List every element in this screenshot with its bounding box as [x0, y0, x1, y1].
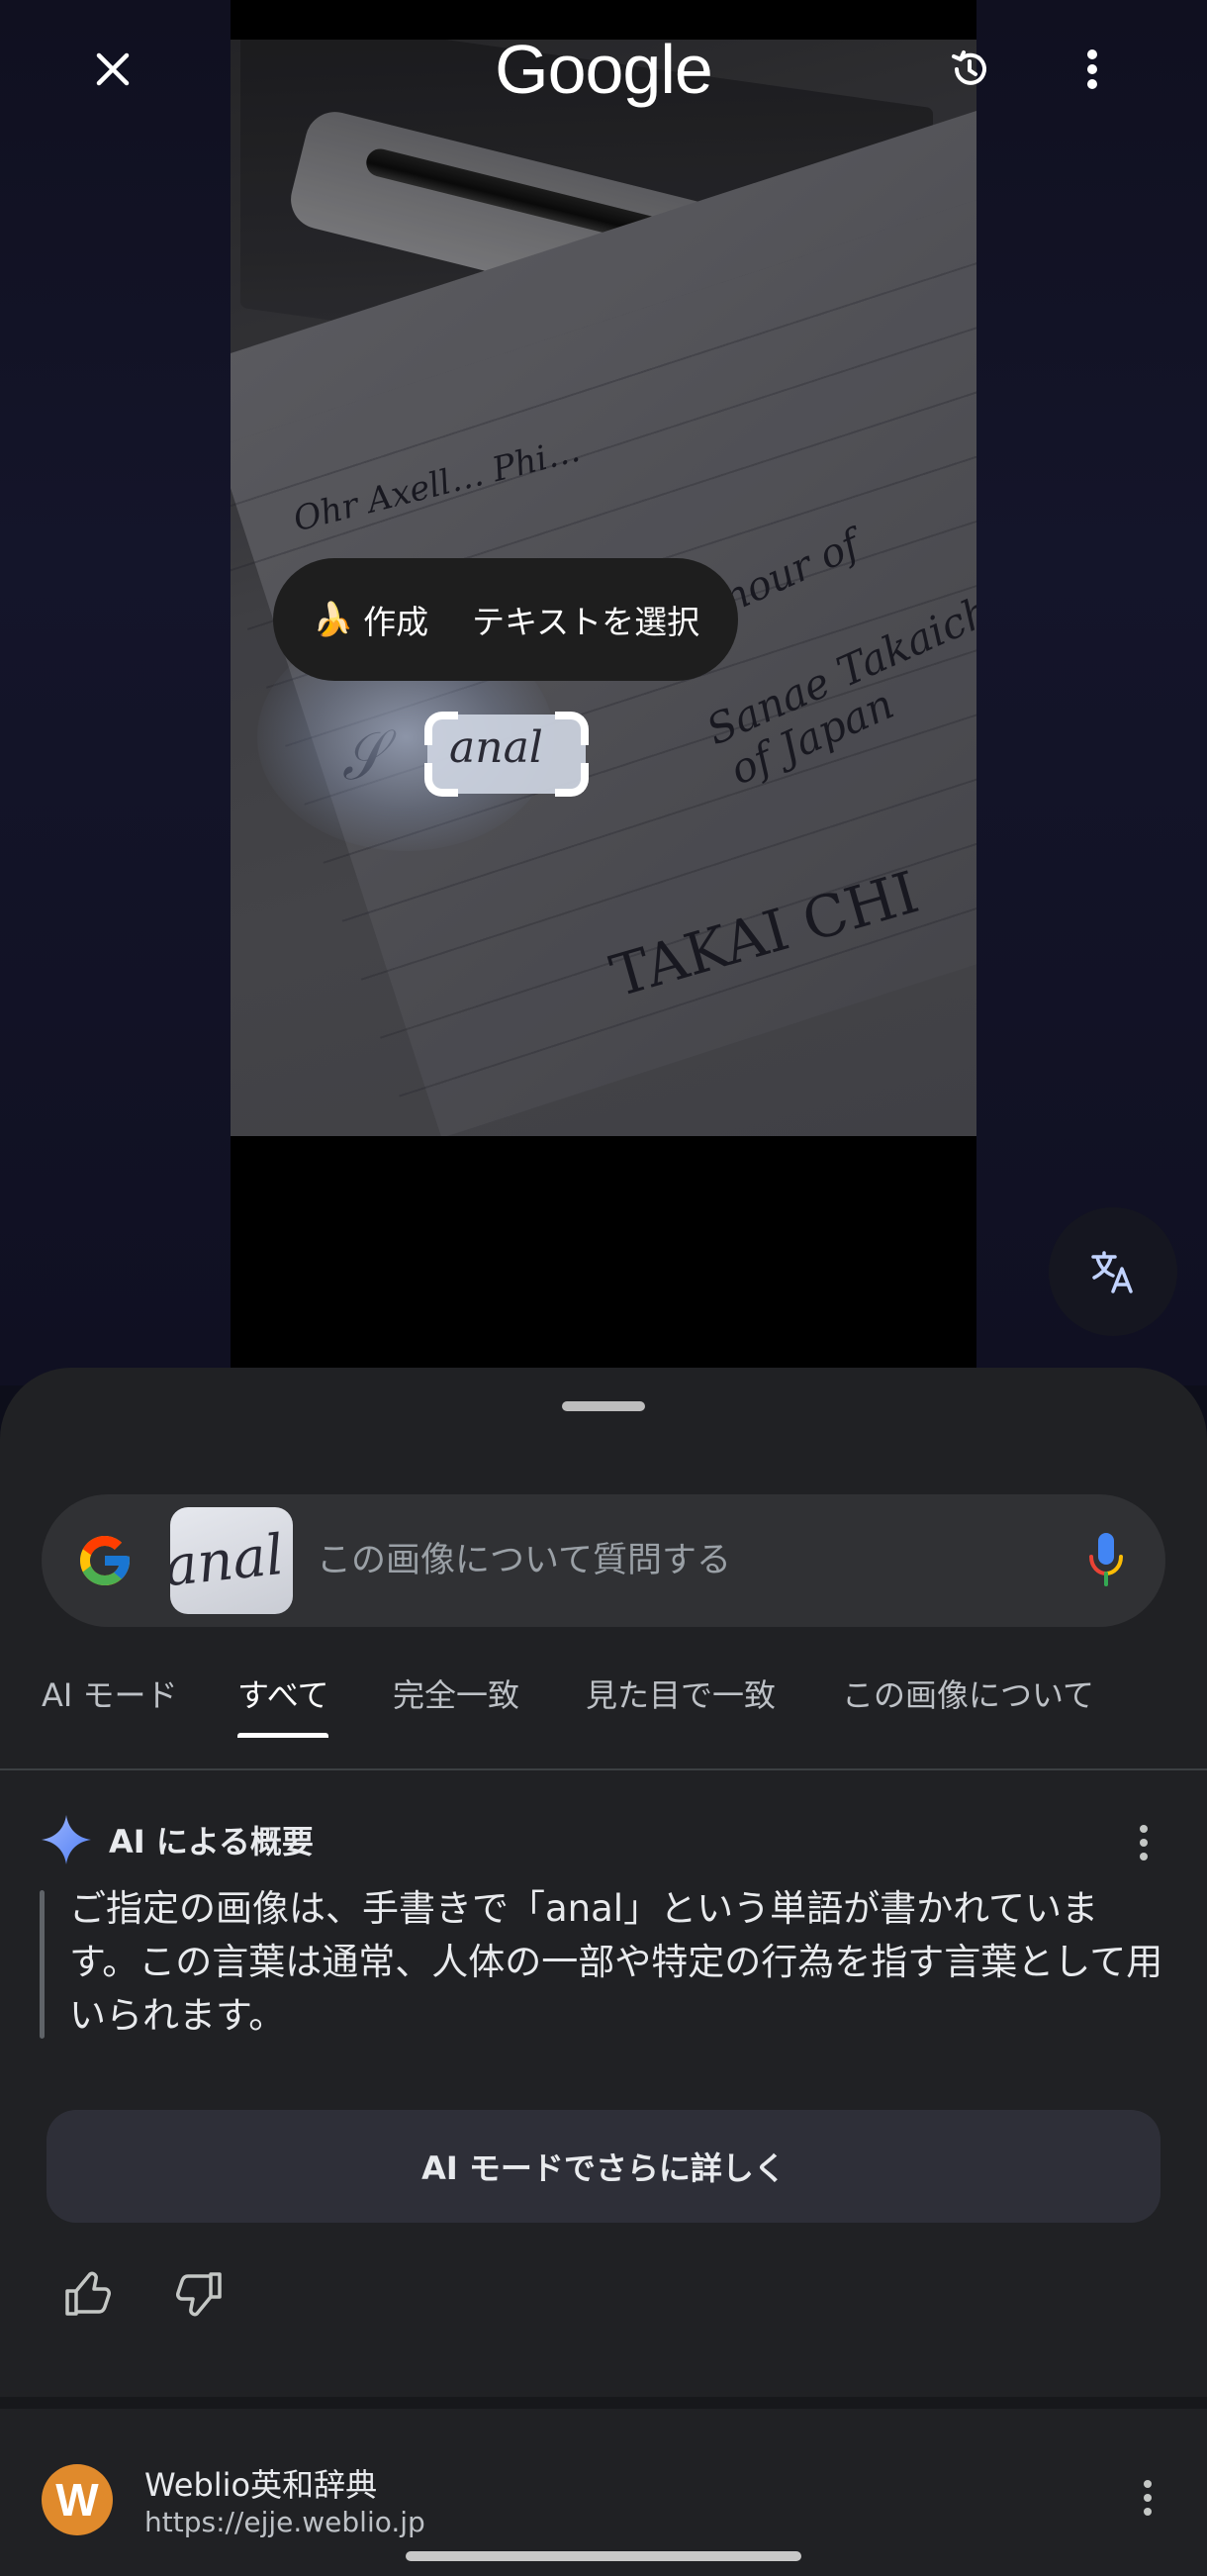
- more-options-button[interactable]: [1053, 30, 1132, 109]
- query-image-thumbnail[interactable]: anal: [170, 1507, 293, 1614]
- create-label: 作成: [363, 603, 429, 641]
- translate-button[interactable]: [1049, 1207, 1177, 1336]
- translate-icon: [1091, 1251, 1133, 1293]
- search-bar[interactable]: anal この画像について質問する: [42, 1494, 1165, 1627]
- google-logo: Google: [495, 31, 713, 108]
- gemini-sparkle-icon: [42, 1815, 91, 1864]
- selection-region[interactable]: anal: [424, 712, 589, 797]
- ai-overview-menu-button[interactable]: [1124, 1813, 1163, 1872]
- create-button[interactable]: 🍌 作成: [313, 596, 428, 643]
- search-input[interactable]: この画像について質問する: [317, 1494, 731, 1627]
- google-g-icon: [80, 1536, 130, 1585]
- more-vert-icon: [1087, 49, 1097, 89]
- selected-word: anal: [449, 722, 543, 773]
- tab-all[interactable]: すべて: [237, 1665, 329, 1738]
- gesture-home-bar[interactable]: [406, 2551, 801, 2561]
- ai-overview-title: AI による概要: [109, 1823, 314, 1860]
- history-icon: [952, 50, 986, 85]
- select-text-label: テキストを選択: [472, 603, 700, 641]
- tab-visual-match[interactable]: 見た目で一致: [586, 1665, 776, 1738]
- result-url[interactable]: https://ejje.weblio.jp: [144, 2506, 425, 2538]
- microphone-icon[interactable]: [1086, 1529, 1126, 1590]
- tab-exact-match[interactable]: 完全一致: [393, 1665, 519, 1738]
- thumbnail-word: anal: [170, 1522, 287, 1600]
- tab-about-this-image[interactable]: この画像について: [842, 1665, 1094, 1738]
- select-text-button[interactable]: テキストを選択: [472, 596, 699, 643]
- result-menu-button[interactable]: [1128, 2468, 1167, 2528]
- thumbs-up-icon[interactable]: [59, 2264, 119, 2324]
- result-tabs: AI モード すべて 完全一致 見た目で一致 この画像について: [0, 1665, 1207, 1752]
- crop-handle-top-left[interactable]: [424, 712, 458, 745]
- tabs-divider: [0, 1768, 1207, 1770]
- history-button[interactable]: [930, 30, 1009, 109]
- results-sheet: anal この画像について質問する AI モード すべて 完全一致 見た目で一致…: [0, 1368, 1207, 2576]
- section-divider: [0, 2397, 1207, 2409]
- crop-handle-top-right[interactable]: [555, 712, 589, 745]
- ai-mode-more-button[interactable]: AI モードでさらに詳しく: [46, 2110, 1161, 2223]
- sheet-drag-handle[interactable]: [562, 1401, 645, 1411]
- tab-ai-mode[interactable]: AI モード: [42, 1665, 178, 1738]
- weblio-favicon: W: [42, 2464, 113, 2535]
- ai-overview-text: ご指定の画像は、手書きで「anal」という単語が書かれています。この言葉は通常、…: [40, 1882, 1167, 2043]
- result-site-name[interactable]: Weblio英和辞典: [144, 2460, 377, 2506]
- crop-handle-bottom-left[interactable]: [424, 763, 458, 797]
- selection-actions-bubble: 🍌 作成 テキストを選択: [273, 558, 738, 681]
- thumbs-down-icon[interactable]: [168, 2264, 228, 2324]
- ai-overview-header: AI による概要: [40, 1813, 314, 1866]
- banana-icon: 🍌: [313, 600, 354, 638]
